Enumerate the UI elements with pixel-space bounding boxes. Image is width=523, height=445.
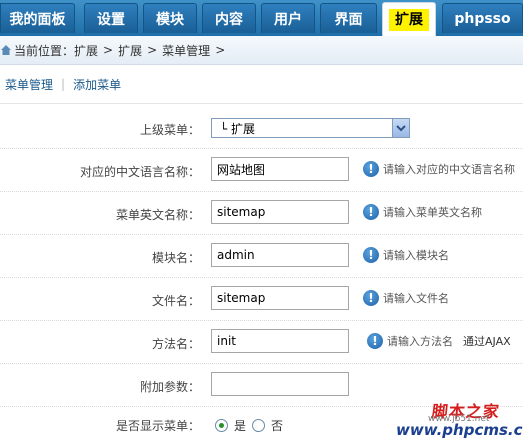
top-nav: 我的面板 设置 模块 内容 用户 界面 扩展 phpsso: [0, 0, 523, 36]
tab-label: 模块: [156, 11, 184, 28]
breadcrumb-prefix: 当前位置：: [14, 43, 75, 58]
file-hint: ! 请输入文件名: [363, 290, 449, 306]
breadcrumb-item[interactable]: 扩展: [118, 42, 142, 59]
module-hint-text: 请输入模块名: [383, 249, 449, 262]
tab-label: 扩展: [389, 8, 429, 31]
method-hint-text: 请输入方法名: [387, 335, 453, 348]
file-hint-text: 请输入文件名: [383, 292, 449, 305]
tab-label: 我的面板: [9, 11, 66, 28]
tab-extensions[interactable]: 扩展: [382, 2, 436, 36]
params-label: 附加参数：: [139, 380, 200, 394]
tab-my-panel[interactable]: 我的面板: [0, 3, 75, 33]
module-label: 模块名：: [151, 251, 200, 265]
home-icon: [1, 45, 11, 55]
display-no-radio[interactable]: [252, 419, 266, 432]
info-icon: !: [363, 247, 379, 263]
info-icon: !: [363, 290, 379, 306]
form-row-method: 方法名： ! 请输入方法名 通过AJAX: [0, 321, 523, 364]
cn-name-input[interactable]: [211, 157, 349, 181]
breadcrumb: 当前位置： 扩展 > 扩展 > 菜单管理 >: [0, 36, 523, 65]
subnav-divider: |: [61, 77, 66, 91]
en-name-input[interactable]: [211, 200, 349, 224]
form-row-en-name: 菜单英文名称： ! 请输入菜单英文名称: [0, 192, 523, 235]
info-icon: !: [363, 161, 379, 177]
watermark-url: www.phpcms.cn: [396, 421, 523, 439]
en-name-hint-text: 请输入菜单英文名称: [383, 206, 482, 219]
tab-label: phpsso: [454, 10, 511, 27]
file-label: 文件名：: [151, 294, 200, 308]
cn-name-label: 对应的中文语言名称：: [79, 165, 200, 179]
info-icon: !: [363, 204, 379, 220]
form-row-cn-name: 对应的中文语言名称： ! 请输入对应的中文语言名称: [0, 149, 523, 192]
breadcrumb-separator: >: [103, 43, 114, 57]
file-input[interactable]: [211, 286, 349, 310]
form-row-file: 文件名： ! 请输入文件名: [0, 278, 523, 321]
menu-manage-link[interactable]: 菜单管理: [5, 76, 53, 93]
method-hint: ! 请输入方法名 通过AJAX: [367, 333, 511, 349]
display-yes-label[interactable]: 是: [234, 417, 246, 434]
tab-users[interactable]: 用户: [261, 3, 315, 33]
cn-name-hint: ! 请输入对应的中文语言名称: [363, 161, 515, 177]
display-no-label[interactable]: 否: [271, 417, 283, 434]
tab-interface[interactable]: 界面: [320, 3, 377, 33]
display-radio-group: 是 否: [215, 417, 283, 434]
method-input[interactable]: [211, 329, 349, 353]
display-label: 是否显示菜单：: [115, 419, 200, 433]
chevron-down-icon[interactable]: [392, 119, 409, 137]
tab-content[interactable]: 内容: [202, 3, 256, 33]
tab-settings[interactable]: 设置: [84, 3, 138, 33]
tab-modules[interactable]: 模块: [143, 3, 197, 33]
form-row-module: 模块名： ! 请输入模块名: [0, 235, 523, 278]
cn-name-hint-text: 请输入对应的中文语言名称: [383, 163, 515, 176]
tab-label: 界面: [334, 11, 363, 28]
breadcrumb-separator: >: [215, 43, 226, 57]
parent-menu-value: └ 扩展: [220, 121, 256, 136]
en-name-label: 菜单英文名称：: [115, 208, 200, 222]
parent-menu-select[interactable]: └ 扩展: [211, 118, 410, 138]
breadcrumb-item[interactable]: 菜单管理: [162, 42, 210, 59]
module-input[interactable]: [211, 243, 349, 267]
module-hint: ! 请输入模块名: [363, 247, 449, 263]
en-name-hint: ! 请输入菜单英文名称: [363, 204, 482, 220]
tab-label: 内容: [215, 11, 243, 28]
breadcrumb-item[interactable]: 扩展: [74, 42, 98, 59]
tab-label: 设置: [97, 11, 125, 28]
tab-phpsso[interactable]: phpsso: [442, 3, 523, 33]
method-ajax-text: 通过AJAX: [463, 335, 511, 348]
info-icon: !: [367, 333, 383, 349]
method-label: 方法名：: [151, 337, 200, 351]
parent-menu-label: 上级菜单：: [139, 123, 200, 137]
sub-nav: 菜单管理 | 添加菜单: [0, 65, 523, 104]
params-input[interactable]: [211, 372, 349, 396]
breadcrumb-separator: >: [147, 43, 158, 57]
tab-label: 用户: [274, 11, 302, 28]
display-yes-radio[interactable]: [215, 419, 228, 432]
add-menu-link[interactable]: 添加菜单: [73, 76, 121, 93]
